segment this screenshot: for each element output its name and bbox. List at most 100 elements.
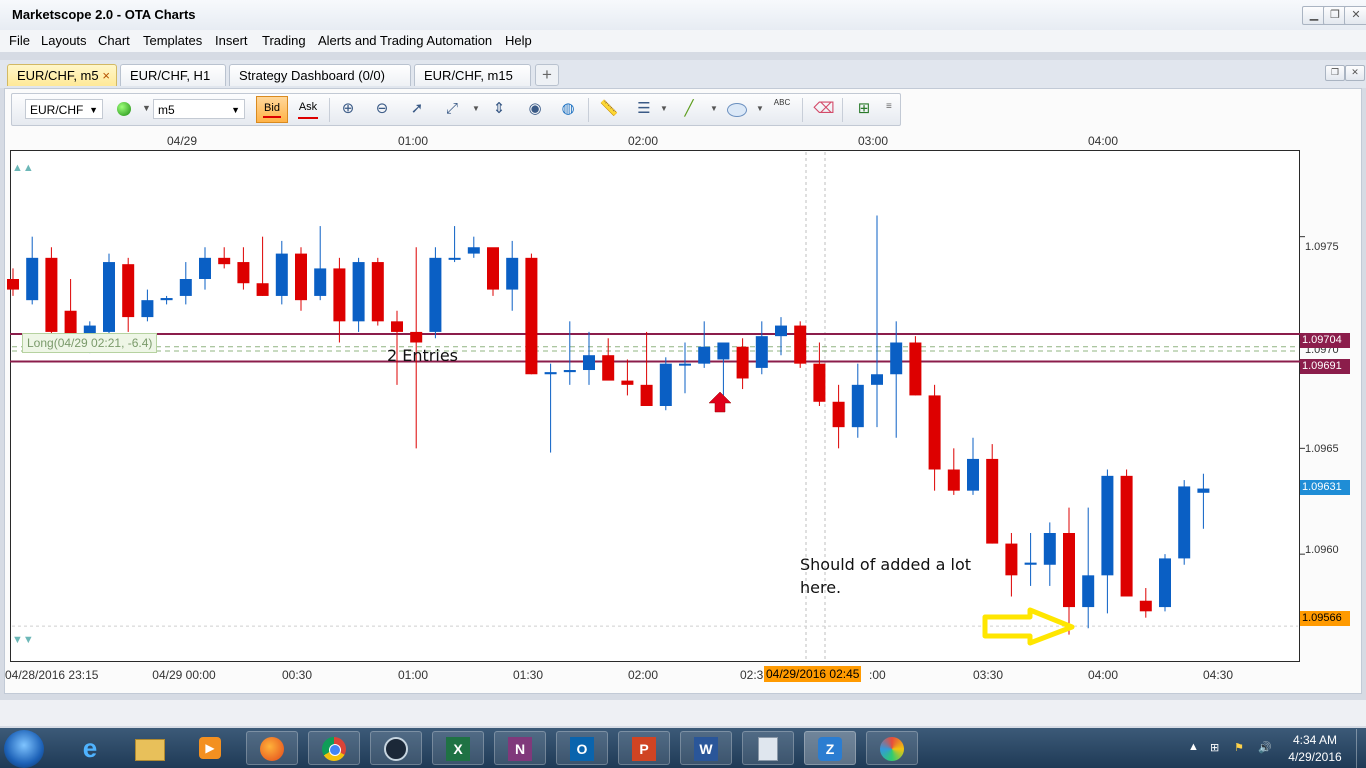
candle-body	[698, 346, 711, 364]
candle-body	[1005, 543, 1018, 576]
x-time-label: 04:30	[1202, 668, 1234, 682]
entry-arrow-icon	[708, 391, 732, 413]
candle-body	[909, 342, 922, 396]
candle-body	[794, 325, 807, 364]
volume-icon[interactable]: 🔊	[1258, 741, 1272, 754]
file-explorer-icon[interactable]	[124, 731, 176, 765]
current-price-tag: 1.09631	[1300, 480, 1350, 495]
action-center-icon[interactable]: ⊞	[1210, 741, 1219, 754]
x-time-label: 01:00	[397, 668, 429, 682]
position-label[interactable]: Long(04/29 02:21, -6.4)	[22, 333, 158, 353]
candle-body	[314, 268, 327, 296]
candle-body	[391, 321, 403, 332]
candle-body	[947, 469, 960, 491]
candle-body	[467, 247, 480, 254]
note-annotation-line2: here.	[800, 578, 842, 597]
candle-body	[352, 262, 365, 322]
candle-body	[1063, 533, 1075, 608]
candle-body	[1139, 600, 1152, 612]
candle-body	[851, 384, 864, 428]
show-desktop-button[interactable]	[1356, 729, 1366, 768]
candle-body	[602, 355, 615, 381]
word-icon[interactable]: W	[680, 731, 732, 765]
note-annotation-line1: Should of added a lot	[800, 555, 972, 574]
candle-body	[487, 247, 499, 290]
x-time-label: 01:30	[512, 668, 544, 682]
x-time-label: 03:30	[972, 668, 1004, 682]
candle-body	[813, 363, 826, 402]
cursor-time-tag: 04/29/2016 02:45	[764, 666, 862, 682]
candle-body	[45, 257, 58, 332]
start-button[interactable]	[4, 730, 44, 768]
candle-body	[141, 300, 154, 318]
candle-body	[1101, 475, 1114, 576]
chrome-icon[interactable]	[308, 731, 360, 765]
x-time-label: 04/29 00:00	[152, 668, 216, 682]
candle-body	[890, 342, 903, 375]
candle-body	[333, 268, 346, 322]
candle-body	[429, 257, 442, 332]
paint-icon[interactable]	[866, 731, 918, 765]
status-bar	[0, 700, 1366, 726]
firefox-icon[interactable]	[246, 731, 298, 765]
candle-body	[1159, 558, 1171, 608]
candle-body	[621, 380, 634, 385]
powerpoint-icon[interactable]: P	[618, 731, 670, 765]
candlestick-chart	[7, 152, 1305, 660]
candle-body	[1024, 562, 1037, 565]
candle-body	[544, 372, 557, 375]
candle-body	[1178, 486, 1191, 559]
candle-body	[26, 257, 39, 301]
candle-body	[679, 363, 691, 366]
fxcm-icon[interactable]: Z	[804, 731, 856, 765]
candle-body	[563, 370, 576, 373]
candle-body	[583, 355, 595, 371]
candle-body	[640, 384, 653, 406]
y-tick-label: 1.0975	[1305, 241, 1339, 253]
candle-body	[256, 283, 269, 296]
candle-body	[7, 279, 19, 290]
internet-explorer-icon[interactable]: e	[64, 731, 116, 765]
candle-body	[448, 257, 461, 260]
candle-body	[1197, 488, 1210, 493]
excel-icon[interactable]: X	[432, 731, 484, 765]
candle-body	[410, 331, 423, 343]
outlook-icon[interactable]: O	[556, 731, 608, 765]
order-price-tag-upper: 1.09704	[1300, 333, 1350, 348]
candle-body	[1120, 475, 1133, 597]
x-time-label: 00:30	[281, 668, 313, 682]
candle-body	[928, 395, 941, 470]
scroll-up-icon[interactable]: ▲▲	[12, 162, 34, 174]
candle-body	[832, 401, 845, 428]
candle-body	[525, 257, 538, 375]
show-hidden-icons-icon[interactable]: ▲	[1188, 741, 1199, 753]
candle-body	[986, 458, 999, 544]
entries-annotation: 2 Entries	[387, 346, 458, 365]
y-tick-label: 1.0960	[1305, 544, 1339, 556]
flag-icon[interactable]: ⚑	[1234, 741, 1244, 754]
calculator-icon[interactable]	[742, 731, 794, 765]
scroll-down-icon[interactable]: ▼▼	[12, 634, 34, 646]
candle-body	[717, 342, 730, 360]
candle-body	[371, 262, 384, 322]
x-time-label: 04/28/2016 23:15	[5, 668, 99, 682]
candle-body	[218, 257, 231, 265]
candle-body	[199, 257, 211, 279]
candle-body	[736, 346, 749, 379]
candle-body	[775, 325, 787, 337]
clock-time[interactable]: 4:34 AM	[1290, 733, 1340, 747]
x-time-label: 02:00	[627, 668, 659, 682]
media-player-icon[interactable]: ▶	[184, 731, 236, 765]
candle-body	[237, 262, 250, 284]
steam-icon[interactable]	[370, 731, 422, 765]
clock-date[interactable]: 4/29/2016	[1280, 750, 1350, 764]
candle-body	[103, 262, 115, 332]
candle-body	[122, 264, 135, 318]
candle-body	[506, 257, 519, 290]
candle-body	[275, 253, 288, 296]
onenote-icon[interactable]: N	[494, 731, 546, 765]
candle-body	[967, 458, 979, 491]
candle-body	[1043, 533, 1056, 565]
order-price-tag-lower: 1.09691	[1300, 359, 1350, 374]
x-time-label: :00	[869, 668, 886, 682]
